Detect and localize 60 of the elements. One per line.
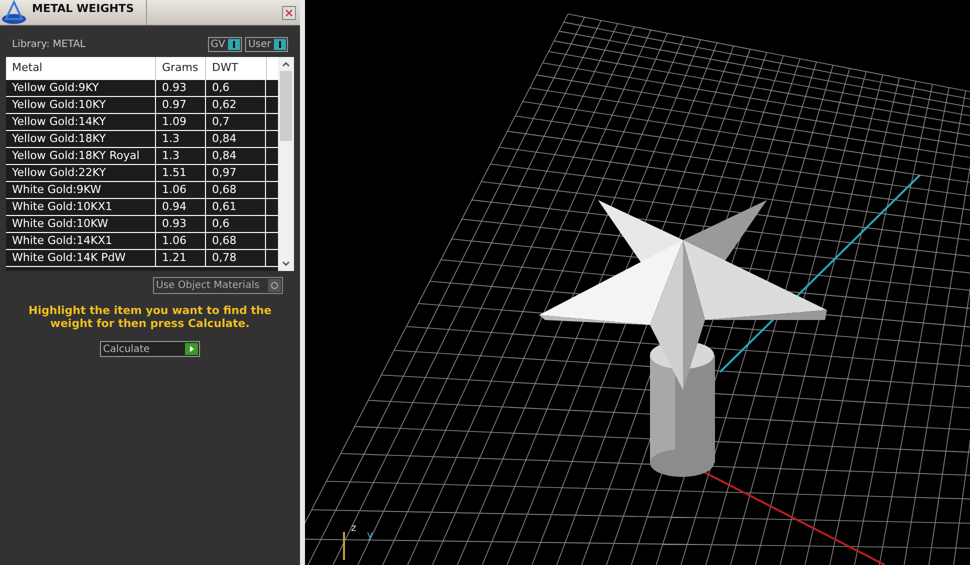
use-object-materials-toggle[interactable]: Use Object Materials [153, 277, 283, 294]
table-cell: White Gold:14K PdW [6, 250, 156, 266]
table-row[interactable]: Yellow Gold:22KY 1.51 0,97 [6, 165, 278, 182]
table-cell: 1.06 [156, 182, 206, 198]
table-cell: 0.94 [156, 199, 206, 215]
table-cell: 1.09 [156, 114, 206, 130]
toggle-button[interactable]: User [245, 36, 288, 52]
library-label: Library: METAL [12, 38, 86, 52]
table-cell: 0.93 [156, 216, 206, 232]
column-header[interactable]: DWT [206, 57, 266, 80]
scroll-thumb[interactable] [280, 71, 292, 141]
table-cell: 1.3 [156, 131, 206, 147]
table-row[interactable]: Yellow Gold:14KY 1.09 0,7 [6, 114, 278, 131]
table-cell: Yellow Gold:10KY [6, 97, 156, 113]
table-row[interactable]: White Gold:14KX1 1.06 0,68 [6, 233, 278, 250]
close-icon [285, 9, 293, 17]
table-row[interactable]: White Gold:10KW 0.93 0,6 [6, 216, 278, 233]
table-cell: 0,78 [206, 250, 266, 266]
table-cell: White Gold:9KW [6, 182, 156, 198]
table-row[interactable]: White Gold:10KX1 0.94 0,61 [6, 199, 278, 216]
window-title: METAL WEIGHTS [31, 1, 135, 17]
table-cell: Yellow Gold:14KY [6, 114, 156, 130]
pyramid-logo-icon [0, 0, 28, 26]
z-axis-label: z [351, 524, 356, 534]
instruction-text: Highlight the item you want to find the weight for then press Calculate. [28, 304, 272, 330]
table-cell: 0,68 [206, 182, 266, 198]
table-row[interactable]: White Gold:9KW 1.06 0,68 [6, 182, 278, 199]
table-cell: 0,97 [206, 165, 266, 181]
table-cell: Yellow Gold:18KY [6, 131, 156, 147]
table-cell: 0.97 [156, 97, 206, 113]
calculate-button[interactable]: Calculate [100, 341, 200, 357]
scrollbar[interactable] [278, 57, 294, 271]
table-cell: 0,62 [206, 97, 266, 113]
table-row[interactable]: Yellow Gold:10KY 0.97 0,62 [6, 97, 278, 114]
table-cell: 0,6 [206, 80, 266, 96]
table-cell: 0,6 [206, 216, 266, 232]
play-icon [185, 343, 198, 355]
table-cell: 1.3 [156, 148, 206, 164]
table-cell: 0,68 [206, 233, 266, 249]
table-cell: 0,7 [206, 114, 266, 130]
table-row[interactable]: Yellow Gold:9KY 0.93 0,6 [6, 80, 278, 97]
table-cell: 1.51 [156, 165, 206, 181]
table-cell: 1.21 [156, 250, 206, 266]
table-cell: 1.06 [156, 233, 206, 249]
table-cell: White Gold:10KX1 [6, 199, 156, 215]
table-cell: 0,61 [206, 199, 266, 215]
table-row[interactable]: White Gold:14K PdW 1.21 0,78 [6, 250, 278, 267]
table-row[interactable]: Yellow Gold:18KY 1.3 0,84 [6, 131, 278, 148]
table-cell: Yellow Gold:22KY [6, 165, 156, 181]
table-cell: White Gold:14KX1 [6, 233, 156, 249]
table-cell: 0.93 [156, 80, 206, 96]
table-cell: Yellow Gold:9KY [6, 80, 156, 96]
toggle-button[interactable]: GV [208, 36, 242, 52]
table-row[interactable]: Yellow Gold:18KY Royal 1.3 0,84 [6, 148, 278, 165]
table-cell: Yellow Gold:18KY Royal [6, 148, 156, 164]
table-cell: 0,84 [206, 131, 266, 147]
close-button[interactable] [282, 6, 296, 20]
table-cell: 0,84 [206, 148, 266, 164]
table-cell: White Gold:10KW [6, 216, 156, 232]
z-axis-line [343, 532, 345, 560]
